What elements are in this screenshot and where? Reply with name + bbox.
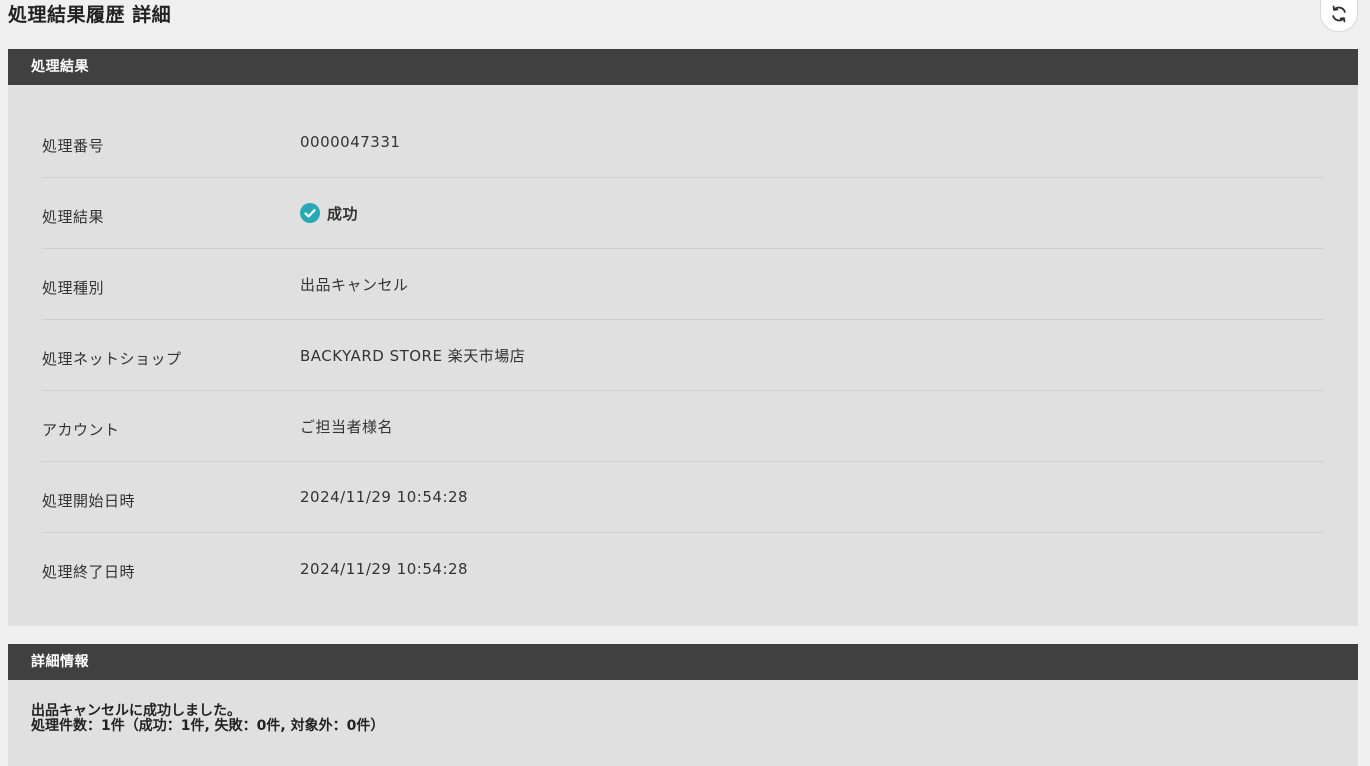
row-account: アカウント ご担当者様名 bbox=[42, 391, 1324, 462]
row-process-type: 処理種別 出品キャンセル bbox=[42, 249, 1324, 320]
row-net-shop: 処理ネットショップ BACKYARD STORE 楽天市場店 bbox=[42, 320, 1324, 391]
row-value: 0000047331 bbox=[300, 133, 401, 151]
row-label: 処理開始日時 bbox=[42, 491, 136, 510]
row-label: 処理種別 bbox=[42, 278, 105, 297]
detail-line: 出品キャンセルに成功しました。 bbox=[31, 703, 241, 719]
result-section-header: 処理結果 bbox=[8, 49, 1358, 85]
detail-section: 詳細情報 出品キャンセルに成功しました。 処理件数：1件（成功：1件, 失敗：0… bbox=[8, 644, 1358, 766]
result-table: 処理番号 0000047331 処理結果 成功 処理種別 出品キャンセル 処理ネ… bbox=[8, 85, 1358, 626]
refresh-button[interactable] bbox=[1320, 0, 1358, 32]
row-process-number: 処理番号 0000047331 bbox=[42, 107, 1324, 178]
row-value: 出品キャンセル bbox=[300, 275, 409, 294]
status-badge: 成功 bbox=[300, 203, 358, 224]
row-value: BACKYARD STORE 楽天市場店 bbox=[300, 346, 526, 365]
row-end-time: 処理終了日時 2024/11/29 10:54:28 bbox=[42, 533, 1324, 604]
detail-line: 処理件数：1件（成功：1件, 失敗：0件, 対象外：0件） bbox=[31, 718, 385, 734]
check-circle-icon bbox=[300, 203, 320, 223]
row-label: 処理結果 bbox=[42, 207, 105, 226]
refresh-icon bbox=[1332, 5, 1346, 22]
detail-message: 出品キャンセルに成功しました。 処理件数：1件（成功：1件, 失敗：0件, 対象… bbox=[8, 680, 1358, 766]
page-header: 処理結果履歴 詳細 bbox=[0, 0, 1370, 49]
detail-section-header: 詳細情報 bbox=[8, 644, 1358, 680]
row-label: 処理ネットショップ bbox=[42, 349, 182, 368]
status-text: 成功 bbox=[327, 204, 359, 223]
row-value: 2024/11/29 10:54:28 bbox=[300, 488, 469, 506]
row-process-result: 処理結果 成功 bbox=[42, 178, 1324, 249]
result-section: 処理結果 処理番号 0000047331 処理結果 成功 処理種別 出品キャンセ… bbox=[8, 49, 1358, 626]
row-start-time: 処理開始日時 2024/11/29 10:54:28 bbox=[42, 462, 1324, 533]
page-title: 処理結果履歴 詳細 bbox=[8, 4, 172, 26]
row-label: 処理番号 bbox=[42, 136, 105, 155]
row-value: ご担当者様名 bbox=[300, 417, 394, 436]
row-label: 処理終了日時 bbox=[42, 563, 136, 581]
row-label: アカウント bbox=[42, 420, 120, 439]
row-value: 2024/11/29 10:54:28 bbox=[300, 559, 469, 578]
